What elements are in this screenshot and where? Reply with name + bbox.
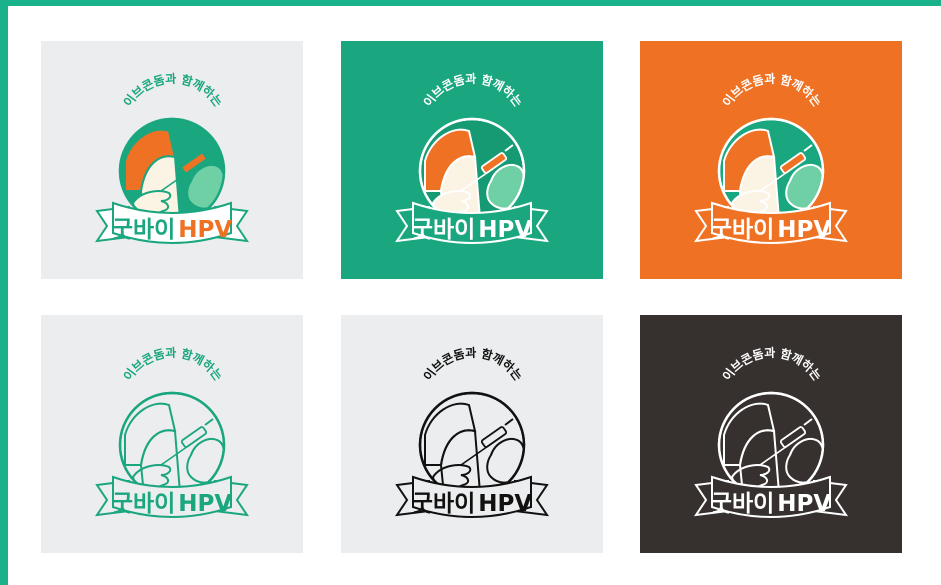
logo-title-korean: 굿바이 — [412, 217, 475, 243]
logo-title-latin: HPV — [777, 217, 831, 243]
logo-title-korean: 굿바이 — [711, 217, 774, 243]
logo-title: 굿바이 HPV — [112, 491, 233, 517]
logo-title: 굿바이 HPV — [112, 217, 233, 243]
logo-title-latin: HPV — [478, 217, 532, 243]
logo-title: 굿바이 HPV — [412, 491, 533, 517]
logo-graphic: 이브콘돔과 함께하는 굿바이 HPV — [341, 41, 603, 279]
logo-variant-green-line-on-light: 이브콘돔과 함께하는 굿바이 HPV — [41, 315, 303, 553]
logo-title-latin: HPV — [178, 217, 232, 243]
logo-title-latin: HPV — [178, 491, 232, 517]
logo-variant-black-line-on-light: 이브콘돔과 함께하는 굿바이 HPV — [341, 315, 603, 553]
logo-title-korean: 굿바이 — [112, 491, 175, 517]
top-frame-border — [0, 0, 941, 6]
logo-graphic: 이브콘돔과 함께하는 굿바이 HPV — [341, 315, 603, 553]
logo-variant-full-color-on-orange: 이브콘돔과 함께하는 굿바이 HPV — [640, 41, 902, 279]
logo-graphic: 이브콘돔과 함께하는 굿바이 HPV — [41, 315, 303, 553]
logo-title-korean: 굿바이 — [711, 491, 774, 517]
logo-title-latin: HPV — [478, 491, 532, 517]
logo-variant-full-color-on-green: 이브콘돔과 함께하는 굿바이 HPV — [341, 41, 603, 279]
logo-graphic: 이브콘돔과 함께하는 굿바이 HPV — [640, 315, 902, 553]
logo-title: 굿바이 HPV — [711, 217, 832, 243]
logo-title: 굿바이 HPV — [711, 491, 832, 517]
logo-variant-full-color-on-light: 이브콘돔과 함께하는 굿바이 HPV — [41, 41, 303, 279]
logo-title-korean: 굿바이 — [412, 491, 475, 517]
logo-graphic: 이브콘돔과 함께하는 굿바이 HPV — [640, 41, 902, 279]
logo-title-latin: HPV — [777, 491, 831, 517]
logo-title-korean: 굿바이 — [112, 217, 175, 243]
logo-title: 굿바이 HPV — [412, 217, 533, 243]
logo-variant-white-line-on-charcoal: 이브콘돔과 함께하는 굿바이 HPV — [640, 315, 902, 553]
left-frame-border — [0, 0, 8, 585]
logo-graphic: 이브콘돔과 함께하는 굿바이 HPV — [41, 41, 303, 279]
